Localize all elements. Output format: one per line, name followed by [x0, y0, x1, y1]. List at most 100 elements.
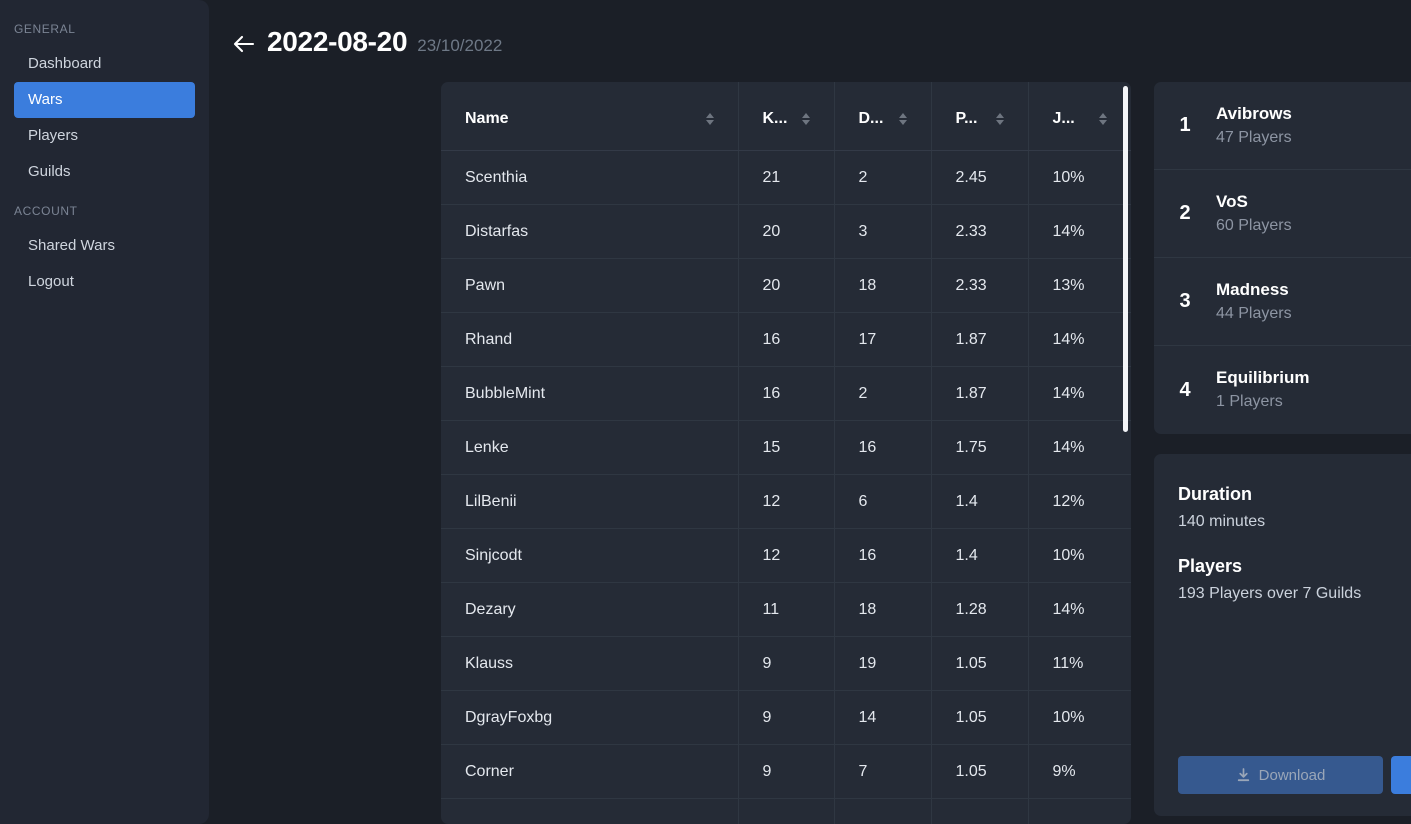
cell-points: 1.75: [930, 420, 1028, 475]
right-column: 1 Avibrows 47 Players 55.00 2 VoS 60 Pla…: [1154, 82, 1411, 816]
column-header-deaths[interactable]: D...: [833, 82, 931, 151]
cell-name: LilBenii: [441, 474, 738, 529]
card-actions: Download Share: [1178, 756, 1411, 794]
cell-name: Pawn: [441, 258, 738, 313]
list-item[interactable]: 2 VoS 60 Players 29.00: [1154, 170, 1411, 258]
cell-points: 1.05: [930, 636, 1028, 691]
cell-join: 14%: [1027, 366, 1131, 421]
sidebar-item-players[interactable]: Players: [14, 118, 195, 154]
guild-player-count: 47 Players: [1216, 128, 1292, 146]
cell-deaths: 2: [833, 366, 931, 421]
table-row[interactable]: DgrayFoxbg 9 14 1.05 10%: [441, 690, 1131, 745]
table-row[interactable]: Pawn 20 18 2.33 13%: [441, 258, 1131, 313]
cell-join: 10%: [1027, 150, 1131, 205]
list-item[interactable]: 3 Madness 44 Players 11.00: [1154, 258, 1411, 346]
guild-name: Madness: [1216, 279, 1289, 299]
cell-kills: 11: [737, 582, 834, 637]
cell-kills: 15: [737, 420, 834, 475]
sidebar-section-general-title: GENERAL: [14, 22, 76, 36]
sidebar-item-logout[interactable]: Logout: [14, 264, 195, 300]
cell-name: Rhand: [441, 312, 738, 367]
cell-deaths: 7: [833, 744, 931, 799]
sidebar-item-dashboard[interactable]: Dashboard: [14, 46, 195, 82]
list-item[interactable]: 1 Avibrows 47 Players 55.00: [1154, 82, 1411, 170]
guild-meta: VoS 60 Players: [1216, 190, 1411, 238]
cell-deaths: 19: [833, 636, 931, 691]
sidebar-item-shared-wars[interactable]: Shared Wars: [14, 228, 195, 264]
cell-join: 11%: [1027, 636, 1131, 691]
sidebar-item-wars[interactable]: Wars: [14, 82, 195, 118]
sort-icon[interactable]: [898, 113, 907, 125]
guild-rank: 4: [1179, 378, 1191, 401]
cell-points: 2.45: [930, 150, 1028, 205]
guild-name: VoS: [1216, 191, 1248, 211]
table-scrollbar-thumb[interactable]: [1123, 86, 1128, 432]
column-header-deaths-label: D...: [858, 110, 884, 127]
page-header: 2022-08-20 23/10/2022: [209, 0, 1411, 74]
table-row[interactable]: Distarfas 20 3 2.33 14%: [441, 204, 1131, 259]
duration-label: Duration: [1178, 484, 1252, 504]
download-button-label: Download: [1258, 766, 1326, 784]
table-row[interactable]: Scenthia 21 2 2.45 10%: [441, 150, 1131, 205]
cell-join: 10%: [1027, 528, 1131, 583]
cell-join: [1027, 798, 1131, 824]
table-row-partial: [441, 798, 1131, 824]
cell-name: Distarfas: [441, 204, 738, 259]
cell-points: 1.05: [930, 690, 1028, 745]
table-row[interactable]: LilBenii 12 6 1.4 12%: [441, 474, 1131, 529]
table-row[interactable]: BubbleMint 16 2 1.87 14%: [441, 366, 1131, 421]
cell-deaths: 17: [833, 312, 931, 367]
cell-points: 1.4: [930, 528, 1028, 583]
table-row[interactable]: Sinjcodt 12 16 1.4 10%: [441, 528, 1131, 583]
player-stats-card: Name K... D... P... J... Scenthia 21 2 2…: [441, 82, 1131, 824]
guild-meta: Madness 44 Players: [1216, 278, 1411, 326]
cell-join: 10%: [1027, 690, 1131, 745]
list-item[interactable]: 4 Equilibrium 1 Players -1.00: [1154, 346, 1411, 434]
cell-name: DgrayFoxbg: [441, 690, 738, 745]
cell-kills: 9: [737, 690, 834, 745]
download-button[interactable]: Download: [1178, 756, 1383, 794]
sort-icon[interactable]: [1099, 113, 1107, 125]
cell-kills: [737, 798, 834, 824]
main-content: 2022-08-20 23/10/2022 Name K... D... P..…: [209, 0, 1411, 824]
table-row[interactable]: Klauss 9 19 1.05 11%: [441, 636, 1131, 691]
players-value: 193 Players over 7 Guilds: [1178, 585, 1362, 602]
table-row[interactable]: Rhand 16 17 1.87 14%: [441, 312, 1131, 367]
cell-deaths: 2: [833, 150, 931, 205]
cell-kills: 20: [737, 204, 834, 259]
column-header-name[interactable]: Name: [441, 82, 738, 151]
cell-name: Sinjcodt: [441, 528, 738, 583]
guild-ranking-card: 1 Avibrows 47 Players 55.00 2 VoS 60 Pla…: [1154, 82, 1411, 434]
column-header-points[interactable]: P...: [930, 82, 1028, 151]
column-header-join-label: J...: [1052, 110, 1075, 127]
arrow-left-icon[interactable]: [231, 31, 257, 57]
cell-kills: 9: [737, 744, 834, 799]
cell-name: Scenthia: [441, 150, 738, 205]
sidebar-item-guilds[interactable]: Guilds: [14, 154, 195, 190]
cell-deaths: 14: [833, 690, 931, 745]
table-header-row: Name K... D... P... J...: [441, 82, 1131, 151]
column-header-kills-label: K...: [762, 110, 788, 127]
table-body: Scenthia 21 2 2.45 10% Distarfas 20 3 2.…: [441, 150, 1131, 824]
cell-join: 13%: [1027, 258, 1131, 313]
sort-icon[interactable]: [801, 113, 810, 125]
table-scrollbar[interactable]: [1123, 86, 1128, 820]
cell-kills: 21: [737, 150, 834, 205]
cell-join: 14%: [1027, 582, 1131, 637]
player-stats-table: Name K... D... P... J... Scenthia 21 2 2…: [441, 82, 1131, 824]
share-button[interactable]: Share: [1391, 756, 1411, 794]
cell-name: Dezary: [441, 582, 738, 637]
cell-kills: 16: [737, 366, 834, 421]
table-row[interactable]: Corner 9 7 1.05 9%: [441, 744, 1131, 799]
cell-points: 1.4: [930, 474, 1028, 529]
guild-player-count: 1 Players: [1216, 393, 1283, 410]
cell-join: 9%: [1027, 744, 1131, 799]
column-header-kills[interactable]: K...: [737, 82, 834, 151]
cell-kills: 9: [737, 636, 834, 691]
column-header-join[interactable]: J...: [1027, 82, 1131, 151]
cell-join: 14%: [1027, 420, 1131, 475]
table-row[interactable]: Dezary 11 18 1.28 14%: [441, 582, 1131, 637]
sort-icon[interactable]: [995, 113, 1004, 125]
table-row[interactable]: Lenke 15 16 1.75 14%: [441, 420, 1131, 475]
sort-icon[interactable]: [705, 113, 714, 125]
